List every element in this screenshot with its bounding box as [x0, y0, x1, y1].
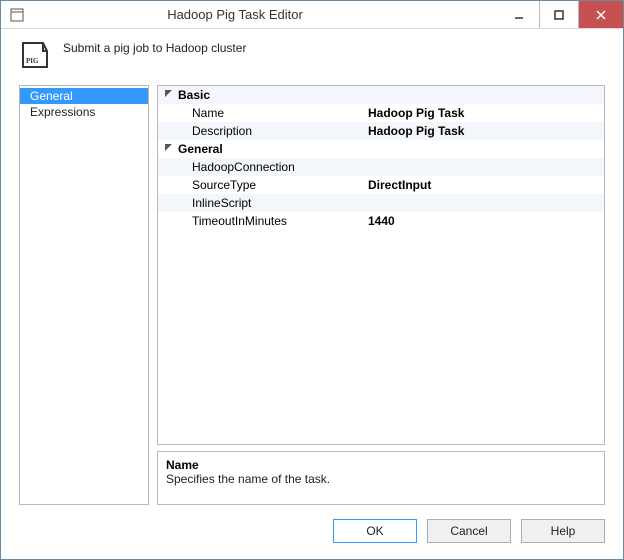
window-title: Hadoop Pig Task Editor: [0, 7, 499, 22]
prop-row-description[interactable]: Description Hadoop Pig Task: [158, 122, 604, 140]
sidebar: General Expressions: [19, 85, 149, 505]
help-button[interactable]: Help: [521, 519, 605, 543]
category-label: Basic: [178, 88, 368, 102]
dialog-buttons: OK Cancel Help: [1, 505, 623, 559]
prop-row-inlinescript[interactable]: InlineScript: [158, 194, 604, 212]
prop-row-sourcetype[interactable]: SourceType DirectInput: [158, 176, 604, 194]
expander-icon[interactable]: [158, 143, 178, 155]
prop-value[interactable]: Hadoop Pig Task: [368, 106, 604, 120]
minimize-button[interactable]: [499, 1, 539, 28]
sidebar-item-general[interactable]: General: [20, 88, 148, 104]
prop-value[interactable]: 1440: [368, 214, 604, 228]
prop-label: Name: [178, 106, 368, 120]
property-grid[interactable]: Basic Name Hadoop Pig Task Description H…: [157, 85, 605, 445]
prop-value[interactable]: DirectInput: [368, 178, 604, 192]
prop-row-name[interactable]: Name Hadoop Pig Task: [158, 104, 604, 122]
ok-button[interactable]: OK: [333, 519, 417, 543]
help-description: Specifies the name of the task.: [166, 472, 596, 486]
prop-label: TimeoutInMinutes: [178, 214, 368, 228]
expander-icon[interactable]: [158, 89, 178, 101]
main-column: Basic Name Hadoop Pig Task Description H…: [157, 85, 605, 505]
prop-row-timeoutinminutes[interactable]: TimeoutInMinutes 1440: [158, 212, 604, 230]
prop-label: Description: [178, 124, 368, 138]
dialog-window: Hadoop Pig Task Editor PIG Su: [0, 0, 624, 560]
pig-icon: PIG: [19, 39, 51, 71]
help-title: Name: [166, 458, 596, 472]
header-strip: PIG Submit a pig job to Hadoop cluster: [1, 29, 623, 85]
maximize-button[interactable]: [539, 1, 579, 28]
prop-label: InlineScript: [178, 196, 368, 210]
prop-value[interactable]: Hadoop Pig Task: [368, 124, 604, 138]
help-pane: Name Specifies the name of the task.: [157, 451, 605, 505]
title-bar: Hadoop Pig Task Editor: [1, 1, 623, 29]
prop-label: HadoopConnection: [178, 160, 368, 174]
svg-text:PIG: PIG: [26, 57, 39, 65]
header-subtitle: Submit a pig job to Hadoop cluster: [63, 39, 246, 55]
category-row-basic[interactable]: Basic: [158, 86, 604, 104]
prop-label: SourceType: [178, 178, 368, 192]
window-controls: [499, 1, 623, 28]
category-row-general[interactable]: General: [158, 140, 604, 158]
body-area: General Expressions Basic Name Hadoop Pi…: [1, 85, 623, 505]
close-button[interactable]: [579, 1, 623, 28]
sidebar-item-expressions[interactable]: Expressions: [20, 104, 148, 120]
category-label: General: [178, 142, 368, 156]
prop-row-hadoopconnection[interactable]: HadoopConnection: [158, 158, 604, 176]
cancel-button[interactable]: Cancel: [427, 519, 511, 543]
